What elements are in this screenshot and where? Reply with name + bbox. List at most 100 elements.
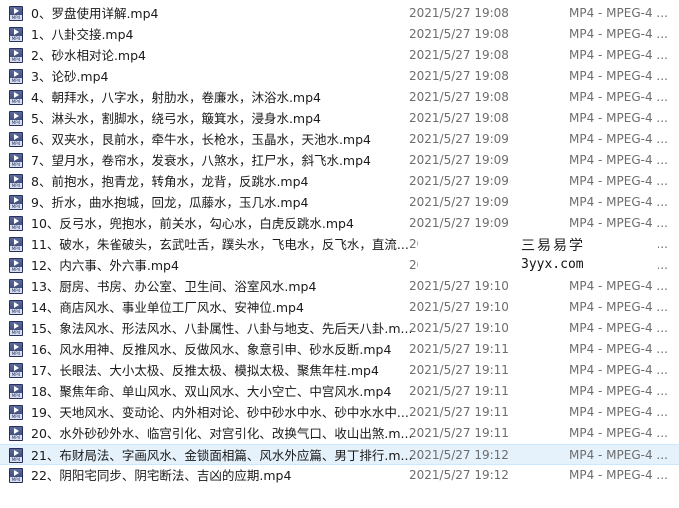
file-name[interactable]: 6、双夹水，艮前水，牵牛水，长枪水，玉晶水，天池水.mp4 <box>31 129 371 150</box>
watermark-chinese: 三易易学 <box>521 238 585 254</box>
file-type: MP4 - MPEG-4 ... <box>569 468 668 482</box>
file-row[interactable]: MP4 17、长眼法、大小太极、反推太极、模拟太极、聚焦年柱.mp4 2021/5/… <box>0 360 679 381</box>
file-row[interactable]: MP4 14、商店风水、事业单位工厂风水、安神位.mp4 2021/5/27 19:… <box>0 297 679 318</box>
file-date: 2021/5/27 19:11 <box>409 363 509 377</box>
file-date: 2021/5/27 19:09 <box>409 216 509 230</box>
file-date: 2021/5/27 19:09 <box>409 195 509 209</box>
file-name[interactable]: 9、折水，曲水抱城，回龙，瓜藤水，玉几水.mp4 <box>31 192 309 213</box>
file-name[interactable]: 20、水外砂砂外水、临宫引化、对宫引化、改换气口、收山出煞.m... <box>31 423 411 444</box>
video-file-icon: MP4 <box>9 468 23 483</box>
video-file-icon: MP4 <box>9 363 23 378</box>
video-file-icon: MP4 <box>9 237 23 252</box>
file-date: 2021/5/27 19:12 <box>409 448 509 462</box>
file-name[interactable]: 7、望月水，卷帘水，发衰水，八煞水，扛尸水，斜飞水.mp4 <box>31 150 371 171</box>
file-type: MP4 - MPEG-4 ... <box>569 69 668 83</box>
file-row[interactable]: MP4 13、厨房、书房、办公室、卫生间、浴室风水.mp4 2021/5/27 19… <box>0 276 679 297</box>
file-row[interactable]: MP4 21、布财局法、字画风水、金锁面相篇、风水外应篇、男丁排行.m... 202… <box>0 444 679 465</box>
video-file-icon: MP4 <box>9 300 23 315</box>
file-date: 2021/5/27 19:08 <box>409 69 509 83</box>
file-row[interactable]: MP4 3、论砂.mp4 2021/5/27 19:08 MP4 - MPEG-4 .… <box>0 66 679 87</box>
file-date: 2021/5/27 19:08 <box>409 48 509 62</box>
file-type: MP4 - MPEG-4 ... <box>569 216 668 230</box>
file-row[interactable]: MP4 8、前抱水，抱青龙，转角水，龙背，反跳水.mp4 2021/5/27 19:… <box>0 171 679 192</box>
file-date: 2021/5/27 19:11 <box>409 342 509 356</box>
file-type: MP4 - MPEG-4 ... <box>569 27 668 41</box>
file-row[interactable]: MP4 15、象法风水、形法风水、八卦属性、八卦与地支、先后天八卦.m... 202… <box>0 318 679 339</box>
file-date: 2021/5/27 19:09 <box>409 153 509 167</box>
file-row[interactable]: MP4 10、反弓水，兜抱水，前关水，勾心水，白虎反跳水.mp4 2021/5/27… <box>0 213 679 234</box>
file-name[interactable]: 13、厨房、书房、办公室、卫生间、浴室风水.mp4 <box>31 276 316 297</box>
video-file-icon: MP4 <box>9 342 23 357</box>
file-name[interactable]: 19、天地风水、变动论、内外相对论、砂中砂水中水、砂中水水中... <box>31 402 409 423</box>
file-row[interactable]: MP4 1、八卦交接.mp4 2021/5/27 19:08 MP4 - MPEG-4… <box>0 24 679 45</box>
file-row[interactable]: MP4 18、聚焦年命、单山风水、双山风水、大小空亡、中宫风水.mp4 2021/5… <box>0 381 679 402</box>
file-date: 2021/5/27 19:11 <box>409 426 509 440</box>
video-file-icon: MP4 <box>9 174 23 189</box>
video-file-icon: MP4 <box>9 6 23 21</box>
video-file-icon: MP4 <box>9 69 23 84</box>
file-name[interactable]: 21、布财局法、字画风水、金锁面相篇、风水外应篇、男丁排行.m... <box>31 445 411 466</box>
video-file-icon: MP4 <box>9 153 23 168</box>
file-name[interactable]: 4、朝拜水，八字水，射肋水，卷廉水，沐浴水.mp4 <box>31 87 321 108</box>
file-name[interactable]: 16、风水用神、反推风水、反做风水、象意引申、砂水反断.mp4 <box>31 339 391 360</box>
video-file-icon: MP4 <box>9 132 23 147</box>
file-type: MP4 - MPEG-4 ... <box>569 195 668 209</box>
file-type: MP4 - MPEG-4 ... <box>569 279 668 293</box>
file-type: MP4 - MPEG-4 ... <box>569 342 668 356</box>
file-name[interactable]: 1、八卦交接.mp4 <box>31 24 134 45</box>
file-name[interactable]: 17、长眼法、大小太极、反推太极、模拟太极、聚焦年柱.mp4 <box>31 360 379 381</box>
file-name[interactable]: 12、内六事、外六事.mp4 <box>31 255 179 276</box>
file-name[interactable]: 5、淋头水，割脚水，绕弓水，簸箕水，浸身水.mp4 <box>31 108 321 129</box>
file-name[interactable]: 0、罗盘使用详解.mp4 <box>31 3 159 24</box>
video-file-icon: MP4 <box>9 258 23 273</box>
file-row[interactable]: MP4 22、阴阳宅同步、阴宅断法、吉凶的应期.mp4 2021/5/27 19:1… <box>0 465 679 486</box>
file-name[interactable]: 2、砂水相对论.mp4 <box>31 45 146 66</box>
file-type: MP4 - MPEG-4 ... <box>569 132 668 146</box>
file-name[interactable]: 3、论砂.mp4 <box>31 66 109 87</box>
file-date: 2021/5/27 19:11 <box>409 384 509 398</box>
file-name[interactable]: 18、聚焦年命、单山风水、双山风水、大小空亡、中宫风水.mp4 <box>31 381 391 402</box>
file-date: 2021/5/27 19:08 <box>409 111 509 125</box>
video-file-icon: MP4 <box>9 195 23 210</box>
file-row[interactable]: MP4 19、天地风水、变动论、内外相对论、砂中砂水中水、砂中水水中... 2021… <box>0 402 679 423</box>
video-file-icon: MP4 <box>9 27 23 42</box>
video-file-icon: MP4 <box>9 426 23 441</box>
watermark-url: 3yyx.com <box>521 257 584 272</box>
file-type: MP4 - MPEG-4 ... <box>569 300 668 314</box>
file-row[interactable]: MP4 4、朝拜水，八字水，射肋水，卷廉水，沐浴水.mp4 2021/5/27 19… <box>0 87 679 108</box>
file-type: MP4 - MPEG-4 ... <box>569 426 668 440</box>
file-type: MP4 - MPEG-4 ... <box>569 153 668 167</box>
file-row[interactable]: MP4 16、风水用神、反推风水、反做风水、象意引申、砂水反断.mp4 2021/5… <box>0 339 679 360</box>
file-name[interactable]: 14、商店风水、事业单位工厂风水、安神位.mp4 <box>31 297 304 318</box>
file-type: MP4 - MPEG-4 ... <box>569 90 668 104</box>
video-file-icon: MP4 <box>9 48 23 63</box>
file-row[interactable]: MP4 7、望月水，卷帘水，发衰水，八煞水，扛尸水，斜飞水.mp4 2021/5/2… <box>0 150 679 171</box>
file-row[interactable]: MP4 5、淋头水，割脚水，绕弓水，簸箕水，浸身水.mp4 2021/5/27 19… <box>0 108 679 129</box>
file-type: MP4 - MPEG-4 ... <box>569 405 668 419</box>
video-file-icon: MP4 <box>9 90 23 105</box>
file-row[interactable]: MP4 9、折水，曲水抱城，回龙，瓜藤水，玉几水.mp4 2021/5/27 19:… <box>0 192 679 213</box>
file-row[interactable]: MP4 6、双夹水，艮前水，牵牛水，长枪水，玉晶水，天池水.mp4 2021/5/2… <box>0 129 679 150</box>
file-name[interactable]: 22、阴阳宅同步、阴宅断法、吉凶的应期.mp4 <box>31 465 291 486</box>
file-name[interactable]: 10、反弓水，兜抱水，前关水，勾心水，白虎反跳水.mp4 <box>31 213 354 234</box>
file-date: 2021/5/27 19:10 <box>409 321 509 335</box>
video-file-icon: MP4 <box>9 405 23 420</box>
file-name[interactable]: 15、象法风水、形法风水、八卦属性、八卦与地支、先后天八卦.m... <box>31 318 411 339</box>
watermark: 三易易学 3yyx.com <box>418 233 658 277</box>
file-name[interactable]: 11、破水，朱雀破头，玄武吐舌，蹼头水，飞电水，反飞水，直流... <box>31 234 409 255</box>
file-name[interactable]: 8、前抱水，抱青龙，转角水，龙背，反跳水.mp4 <box>31 171 309 192</box>
file-date: 2021/5/27 19:09 <box>409 132 509 146</box>
video-file-icon: MP4 <box>9 111 23 126</box>
file-row[interactable]: MP4 2、砂水相对论.mp4 2021/5/27 19:08 MP4 - MPEG-… <box>0 45 679 66</box>
file-type: MP4 - MPEG-4 ... <box>569 448 668 462</box>
file-row[interactable]: MP4 0、罗盘使用详解.mp4 2021/5/27 19:08 MP4 - MPEG… <box>0 3 679 24</box>
file-date: 2021/5/27 19:10 <box>409 279 509 293</box>
video-file-icon: MP4 <box>9 216 23 231</box>
video-file-icon: MP4 <box>9 448 23 463</box>
video-file-icon: MP4 <box>9 321 23 336</box>
file-type: MP4 - MPEG-4 ... <box>569 384 668 398</box>
file-type: MP4 - MPEG-4 ... <box>569 321 668 335</box>
file-date: 2021/5/27 19:09 <box>409 174 509 188</box>
file-type: MP4 - MPEG-4 ... <box>569 6 668 20</box>
file-row[interactable]: MP4 20、水外砂砂外水、临宫引化、对宫引化、改换气口、收山出煞.m... 202… <box>0 423 679 444</box>
